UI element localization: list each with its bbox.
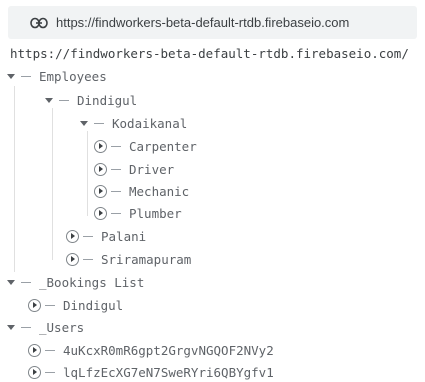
tree-node-mechanic[interactable]: Mechanic [94, 181, 189, 201]
tree-node-palani[interactable]: Palani [66, 226, 146, 246]
expand-icon[interactable] [28, 343, 41, 357]
collapse-arrow-icon[interactable] [7, 280, 15, 285]
tree-node-user[interactable]: lqLfzEcXG7eN7SweRYri6QBYgfv1 [28, 362, 274, 382]
tree-node-bookings-list[interactable]: _Bookings List [7, 272, 144, 292]
node-key: Kodaikanal [112, 115, 188, 131]
node-key: Driver [129, 161, 175, 177]
tree-node-kodaikanal[interactable]: Kodaikanal [80, 113, 187, 133]
tree-node-bookings-dindigul[interactable]: Dindigul [28, 295, 123, 315]
collapse-arrow-icon[interactable] [7, 325, 15, 330]
tree-connector [111, 168, 121, 170]
expand-icon[interactable] [66, 252, 79, 266]
tree-connector [83, 258, 93, 260]
collapse-arrow-icon[interactable] [45, 98, 53, 103]
tree-connector [111, 145, 121, 147]
node-key: Dindigul [63, 297, 124, 313]
root-node-url[interactable]: https://findworkers-beta-default-rtdb.fi… [10, 46, 409, 61]
tree-node-dindigul[interactable]: Dindigul [45, 90, 137, 110]
node-key: Sriramapuram [101, 251, 192, 267]
expand-icon[interactable] [94, 206, 107, 220]
tree-guide-line [87, 131, 88, 216]
expand-icon[interactable] [28, 298, 41, 312]
node-key: _Bookings List [39, 274, 145, 290]
tree-node-plumber[interactable]: Plumber [94, 203, 182, 223]
node-key: 4uKcxR0mR6gpt2GrgvNGQOF2NVy2 [63, 342, 274, 358]
node-key: Employees [39, 68, 107, 84]
expand-icon[interactable] [66, 229, 79, 243]
node-key: Plumber [129, 205, 182, 221]
tree-connector [45, 304, 55, 306]
collapse-arrow-icon[interactable] [80, 121, 88, 126]
tree-node-driver[interactable]: Driver [94, 159, 174, 179]
node-key: _Users [39, 319, 85, 335]
node-key: Carpenter [129, 138, 197, 154]
tree-node-users[interactable]: _Users [7, 317, 84, 337]
node-key: lqLfzEcXG7eN7SweRYri6QBYgfv1 [63, 364, 274, 380]
tree-guide-line [52, 108, 53, 260]
tree-node-carpenter[interactable]: Carpenter [94, 136, 197, 156]
link-icon[interactable] [30, 14, 48, 32]
node-key: Mechanic [129, 183, 190, 199]
expand-icon[interactable] [94, 184, 107, 198]
tree-connector [83, 235, 93, 237]
tree-connector [21, 75, 31, 77]
database-url-bar: https://findworkers-beta-default-rtdb.fi… [8, 6, 417, 39]
node-key: Palani [101, 228, 147, 244]
tree-connector [45, 349, 55, 351]
tree-connector [21, 281, 31, 283]
tree-node-sriramapuram[interactable]: Sriramapuram [66, 249, 191, 269]
tree-connector [111, 212, 121, 214]
tree-connector [111, 190, 121, 192]
collapse-arrow-icon[interactable] [7, 74, 15, 79]
tree-guide-line [14, 86, 15, 272]
node-key: Dindigul [77, 92, 138, 108]
tree-node-employees[interactable]: Employees [7, 66, 107, 86]
expand-icon[interactable] [94, 162, 107, 176]
tree-connector [59, 99, 69, 101]
tree-connector [21, 326, 31, 328]
expand-icon[interactable] [94, 139, 107, 153]
tree-node-user[interactable]: 4uKcxR0mR6gpt2GrgvNGQOF2NVy2 [28, 340, 274, 360]
expand-icon[interactable] [28, 365, 41, 379]
database-url[interactable]: https://findworkers-beta-default-rtdb.fi… [56, 15, 349, 30]
tree-connector [94, 122, 104, 124]
tree-connector [45, 371, 55, 373]
